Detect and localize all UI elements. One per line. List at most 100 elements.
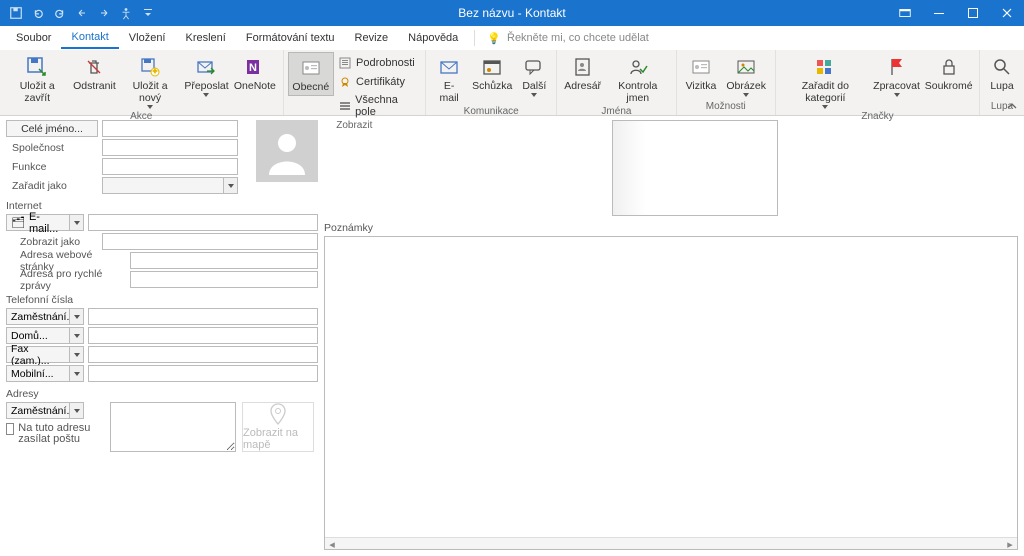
details-button[interactable]: Podrobnosti: [334, 54, 421, 72]
followup-button[interactable]: Zpracovat: [871, 52, 923, 99]
bulb-icon: 💡: [487, 32, 501, 45]
scroll-right-icon[interactable]: ▸: [1003, 538, 1017, 550]
details-icon: [338, 56, 352, 70]
tab-napoveda[interactable]: Nápověda: [398, 28, 468, 48]
fileas-label: Zařadit jako: [6, 180, 98, 192]
meeting-button[interactable]: Schůzka: [468, 52, 516, 94]
bizcard-icon: [690, 56, 712, 78]
tab-soubor[interactable]: Soubor: [6, 28, 61, 48]
save-close-button[interactable]: Uložit a zavřít: [4, 52, 71, 106]
mailing-checkbox[interactable]: Na tuto adresu zasílat poštu: [6, 423, 104, 445]
qat-dropdown-icon[interactable]: [138, 3, 158, 23]
maximize-button[interactable]: [956, 0, 990, 26]
save-icon[interactable]: [6, 3, 26, 23]
phone4-dropdown-icon[interactable]: [70, 365, 84, 382]
zoom-icon: [991, 56, 1013, 78]
tab-kresleni[interactable]: Kreslení: [176, 28, 236, 48]
phone4-type[interactable]: Mobilní...: [6, 365, 70, 382]
addressbook-button[interactable]: Adresář: [561, 52, 604, 94]
titlebar: Bez názvu - Kontakt: [0, 0, 1024, 26]
phone1-type[interactable]: Zaměstnání...: [6, 308, 70, 325]
displayas-label: Zobrazit jako: [6, 236, 98, 248]
tab-formatovani[interactable]: Formátování textu: [236, 28, 345, 48]
close-button[interactable]: [990, 0, 1024, 26]
categories-icon: [814, 56, 836, 78]
tab-kontakt[interactable]: Kontakt: [61, 27, 118, 49]
email-type-select[interactable]: 🗂E-mail...: [6, 214, 70, 231]
company-input[interactable]: [102, 139, 238, 156]
phone3-type[interactable]: Fax (zam.)...: [6, 346, 70, 363]
more-comm-button[interactable]: Další: [516, 52, 552, 99]
speech-icon: [523, 56, 545, 78]
fileas-dropdown-icon[interactable]: [224, 177, 238, 194]
window-title: Bez názvu - Kontakt: [458, 6, 565, 20]
bizcard-button[interactable]: Vizitka: [681, 52, 722, 94]
accessibility-icon[interactable]: [116, 3, 136, 23]
window-controls: [888, 0, 1024, 26]
check-names-button[interactable]: Kontrola jmen: [604, 52, 672, 106]
scrollbar-horizontal[interactable]: ◂ ▸: [325, 537, 1017, 549]
picture-icon: [735, 56, 757, 78]
im-label: Adresa pro rychlé zprávy: [6, 268, 126, 292]
forward-button[interactable]: Přeposlat: [182, 52, 231, 99]
mail-icon: [438, 56, 460, 78]
next-icon[interactable]: [94, 3, 114, 23]
fields-icon: [338, 99, 351, 113]
phone2-type[interactable]: Domů...: [6, 327, 70, 344]
picture-button[interactable]: Obrázek: [721, 52, 771, 99]
notes-label: Poznámky: [324, 222, 1018, 234]
tell-me-placeholder: Řekněte mi, co chcete udělat: [507, 32, 649, 44]
private-button[interactable]: Soukromé: [922, 52, 975, 94]
categorize-button[interactable]: Zařadit do kategorií: [780, 52, 871, 111]
address-input[interactable]: [110, 402, 236, 452]
email-type-dropdown-icon[interactable]: [70, 214, 84, 231]
group-akce: Uložit a zavřít Odstranit ✦ Uložit a nov…: [0, 50, 284, 115]
delete-button[interactable]: Odstranit: [71, 52, 119, 94]
section-addresses: Adresy: [6, 388, 318, 400]
minimize-button[interactable]: [922, 0, 956, 26]
notes-textarea[interactable]: ◂ ▸: [324, 236, 1018, 550]
tab-vlozeni[interactable]: Vložení: [119, 28, 176, 48]
svg-text:N: N: [249, 62, 257, 74]
ribbon-options-icon[interactable]: [888, 0, 922, 26]
business-card-preview[interactable]: [612, 120, 778, 216]
group-znacky: Zařadit do kategorií Zpracovat Soukromé …: [776, 50, 980, 115]
web-input[interactable]: [130, 252, 318, 269]
save-new-button[interactable]: ✦ Uložit a nový: [118, 52, 181, 111]
svg-text:✦: ✦: [150, 66, 159, 77]
scroll-left-icon[interactable]: ◂: [325, 538, 339, 550]
fileas-select[interactable]: [102, 177, 224, 194]
displayas-input[interactable]: [102, 233, 318, 250]
redo-icon[interactable]: [50, 3, 70, 23]
tell-me-search[interactable]: 💡 Řekněte mi, co chcete udělat: [487, 32, 649, 45]
collapse-ribbon-icon[interactable]: [1006, 101, 1018, 113]
map-pin-icon: [269, 403, 287, 425]
save-close-icon: [26, 56, 48, 78]
certificates-button[interactable]: Certifikáty: [334, 73, 421, 91]
email-input[interactable]: [88, 214, 318, 231]
jobtitle-input[interactable]: [102, 158, 238, 175]
phone2-input[interactable]: [88, 327, 318, 344]
tab-revize[interactable]: Revize: [345, 28, 399, 48]
general-view-button[interactable]: Obecné: [288, 52, 335, 96]
onenote-button[interactable]: N OneNote: [231, 52, 278, 94]
undo-icon[interactable]: [28, 3, 48, 23]
show-map-button[interactable]: Zobrazit na mapě: [242, 402, 314, 452]
zoom-button[interactable]: Lupa: [984, 52, 1020, 94]
addr-dropdown-icon[interactable]: [70, 402, 84, 419]
phone3-dropdown-icon[interactable]: [70, 346, 84, 363]
phone4-input[interactable]: [88, 365, 318, 382]
delete-icon: [83, 56, 105, 78]
all-fields-button[interactable]: Všechna pole: [334, 92, 421, 120]
addr-type[interactable]: Zaměstnání...: [6, 402, 70, 419]
phone2-dropdown-icon[interactable]: [70, 327, 84, 344]
menu-tabs: Soubor Kontakt Vložení Kreslení Formátov…: [0, 26, 1024, 50]
book-icon: [572, 56, 594, 78]
prev-icon[interactable]: [72, 3, 92, 23]
im-input[interactable]: [130, 271, 318, 288]
calendar-icon: [481, 56, 503, 78]
email-button[interactable]: E-mail: [430, 52, 468, 106]
phone1-input[interactable]: [88, 308, 318, 325]
phone3-input[interactable]: [88, 346, 318, 363]
phone1-dropdown-icon[interactable]: [70, 308, 84, 325]
